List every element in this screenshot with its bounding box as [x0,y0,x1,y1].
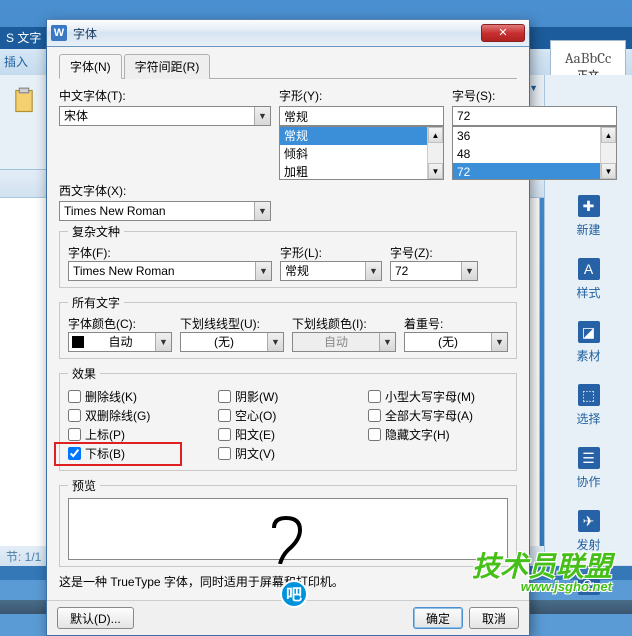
panel-material[interactable]: ◪素材 [545,311,632,374]
size-input[interactable] [452,106,617,126]
chk-allcaps[interactable]: 全部大写字母(A) [368,407,508,424]
list-item[interactable]: 加粗 [280,163,427,179]
list-item[interactable]: 36 [453,127,600,145]
cjk-font-label: 中文字体(T): [59,87,271,104]
chk-outline[interactable]: 空心(O) [218,407,358,424]
dialog-titlebar[interactable]: W 字体 ✕ [47,19,529,47]
tab-font[interactable]: 字体(N) [59,54,122,79]
complex-script-group: 复杂文种 字体(F): Times New Roman▼ 字形(L): 常规▼ … [59,223,517,288]
chevron-down-icon: ▼ [155,333,171,351]
chk-superscript[interactable]: 上标(P) [68,426,208,443]
close-button[interactable]: ✕ [481,24,525,42]
chevron-down-icon: ▼ [255,262,271,280]
panel-style[interactable]: A样式 [545,248,632,311]
size-label: 字号(S): [452,87,617,104]
preview-glyph [268,514,308,573]
dialog-tabs: 字体(N) 字符间距(R) [59,53,517,79]
chk-subscript[interactable]: 下标(B) [68,445,208,462]
watermark: 技术员联盟 www.jsgho.net [472,545,612,594]
chk-dbl-strike[interactable]: 双删除线(G) [68,407,208,424]
panel-select[interactable]: ⬚选择 [545,374,632,437]
chk-hidden[interactable]: 隐藏文字(H) [368,426,508,443]
font-dialog: W 字体 ✕ 字体(N) 字符间距(R) 中文字体(T): 宋体▼ 字形(Y):… [46,19,530,636]
underline-combo[interactable]: (无)▼ [180,332,284,352]
chevron-down-icon: ▼ [379,333,395,351]
list-item[interactable]: 48 [453,145,600,163]
color-swatch [72,336,84,348]
latin-font-label: 西文字体(X): [59,182,271,199]
chevron-down-icon: ▼ [461,262,477,280]
list-item[interactable]: 常规 [280,127,427,145]
chevron-down-icon: ▼ [254,107,270,125]
complex-font-combo[interactable]: Times New Roman▼ [68,261,272,281]
complex-legend: 复杂文种 [68,223,124,240]
default-button[interactable]: 默认(D)... [57,607,134,629]
chk-strike[interactable]: 删除线(K) [68,388,208,405]
style-label: 字形(Y): [279,87,444,104]
effects-group: 效果 删除线(K) 双删除线(G) 上标(P) 下标(B) 阴影(W) 空心(O… [59,365,517,471]
preview-box [68,498,508,560]
paste-icon [10,87,38,115]
scrollbar[interactable]: ▲▼ [600,127,616,179]
material-icon: ◪ [578,321,600,343]
complex-size-combo[interactable]: 72▼ [390,261,478,281]
chk-emboss[interactable]: 阳文(E) [218,426,358,443]
select-icon: ⬚ [578,384,600,406]
chk-shadow[interactable]: 阴影(W) [218,388,358,405]
scrollbar[interactable]: ▲▼ [427,127,443,179]
list-item[interactable]: 72 [453,163,600,179]
tab-spacing[interactable]: 字符间距(R) [124,54,211,79]
list-item[interactable]: 倾斜 [280,145,427,163]
chevron-down-icon: ▼ [491,333,507,351]
app-icon: W [51,25,67,41]
ok-button[interactable]: 确定 [413,607,463,629]
chk-engrave[interactable]: 阴文(V) [218,445,358,462]
chevron-down-icon: ▼ [254,202,270,220]
style-icon: A [578,258,600,280]
style-input[interactable] [279,106,444,126]
cjk-font-combo[interactable]: 宋体▼ [59,106,271,126]
alltext-legend: 所有文字 [68,294,124,311]
latin-font-combo[interactable]: Times New Roman▼ [59,201,271,221]
launch-icon: ✈ [578,510,600,532]
chk-smallcaps[interactable]: 小型大写字母(M) [368,388,508,405]
cancel-button[interactable]: 取消 [469,607,519,629]
new-icon: ✚ [578,195,600,217]
chevron-down-icon: ▼ [267,333,283,351]
chevron-down-icon: ▼ [365,262,381,280]
preview-group: 预览 [59,477,517,567]
effects-legend: 效果 [68,365,100,382]
font-color-combo[interactable]: 自动▼ [68,332,172,352]
panel-new[interactable]: ✚新建 [545,185,632,248]
collab-icon: ☰ [578,447,600,469]
preview-legend: 预览 [68,477,100,494]
complex-style-combo[interactable]: 常规▼ [280,261,382,281]
panel-collab[interactable]: ☰协作 [545,437,632,500]
logo-badge: 吧 [280,580,308,608]
underline-color-combo: 自动▼ [292,332,396,352]
emphasis-combo[interactable]: (无)▼ [404,332,508,352]
all-text-group: 所有文字 字体颜色(C): 自动▼ 下划线线型(U): (无)▼ 下划线颜色(I… [59,294,517,359]
dialog-title: 字体 [73,25,481,42]
size-listbox[interactable]: 36 48 72 ▲▼ [452,126,617,180]
style-listbox[interactable]: 常规 倾斜 加粗 ▲▼ [279,126,444,180]
